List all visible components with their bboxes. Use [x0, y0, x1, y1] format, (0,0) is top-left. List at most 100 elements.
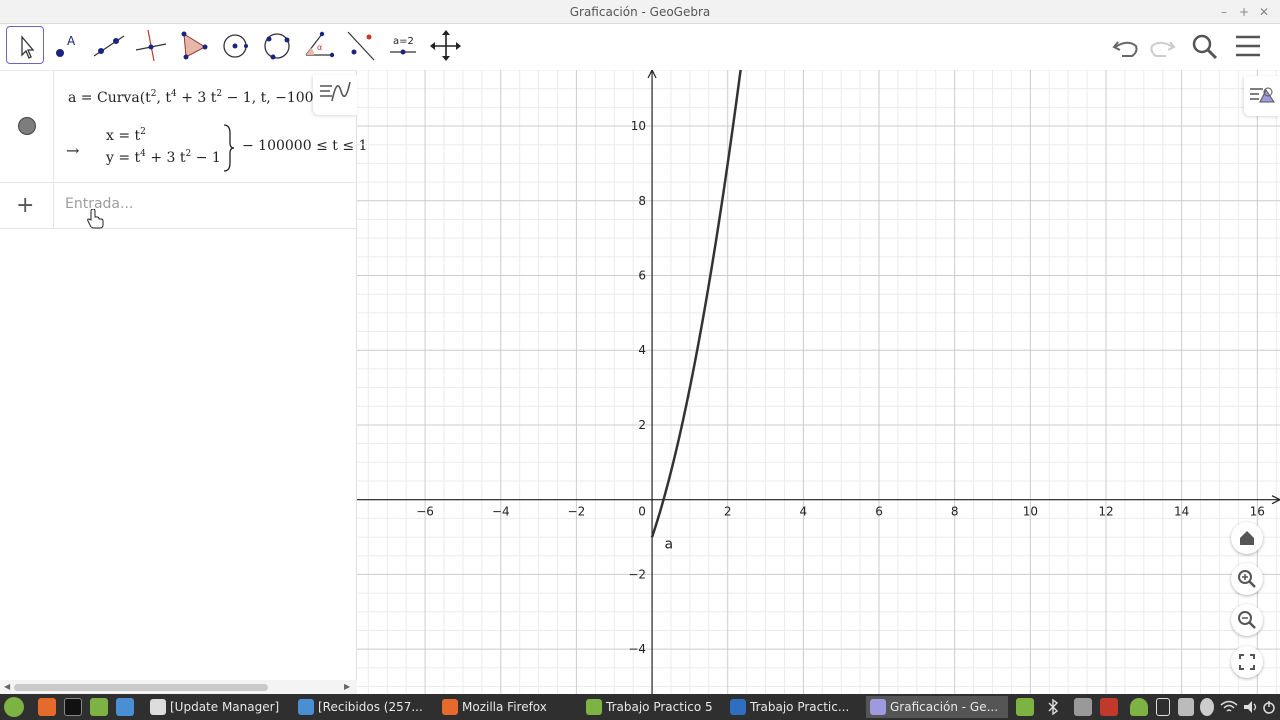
bluetooth-icon[interactable] — [1046, 698, 1060, 716]
search-icon — [1192, 34, 1218, 60]
move-arrows-icon — [430, 30, 461, 61]
title-bar: Graficación - GeoGebra – + ✕ — [0, 0, 1280, 24]
scroll-right-icon[interactable]: ▶ — [344, 682, 350, 691]
algebra-view: a = Curva(t2, t4 + 3 t2 − 1, t, −1000 → … — [0, 70, 367, 682]
search-button[interactable] — [1188, 30, 1220, 62]
recorder-icon[interactable] — [1100, 698, 1118, 716]
redo-button[interactable] — [1146, 30, 1178, 62]
polygon-icon — [181, 31, 208, 60]
clipboard-icon[interactable] — [1074, 698, 1092, 716]
line-tool[interactable] — [90, 26, 128, 64]
main-menu-button[interactable] — [1232, 30, 1264, 62]
algebra-item-a[interactable]: a = Curva(t2, t4 + 3 t2 − 1, t, −1000 → … — [0, 71, 367, 183]
perpendicular-icon — [135, 29, 167, 62]
circle-three-points-tool[interactable] — [258, 26, 296, 64]
zoom-out-button[interactable] — [1231, 604, 1263, 636]
minimize-button[interactable]: – — [1216, 4, 1232, 20]
taskbar-app-update-manager[interactable]: [Update Manager] — [146, 696, 286, 718]
curve-label-a: a — [665, 536, 674, 552]
x-tick-label: 6 — [875, 505, 883, 519]
curve-a — [650, 70, 742, 538]
redo-icon — [1150, 41, 1176, 57]
x-tick-label: 10 — [1023, 505, 1038, 519]
algebra-style-icon — [320, 81, 351, 102]
graphics-view[interactable]: −6 −4 −2 0 2 4 6 8 10 12 14 16 10 8 6 4 2 −2 −4 a — [357, 70, 1280, 694]
circle-three-points-icon — [264, 33, 290, 60]
hamburger-icon — [1236, 35, 1260, 57]
graph-canvas[interactable]: −6 −4 −2 0 2 4 6 8 10 12 14 16 10 8 6 4 2 −2 −4 a — [357, 70, 1280, 694]
y-tick-label: 10 — [631, 119, 646, 133]
power-icon[interactable] — [1262, 698, 1276, 716]
taskbar: [Update Manager] [Recibidos (257... Mozi… — [0, 694, 1280, 720]
graphics-style-button[interactable] — [1244, 76, 1280, 116]
folder-icon — [586, 699, 602, 715]
update-shield-icon[interactable] — [1130, 698, 1148, 716]
polygon-tool[interactable] — [174, 26, 212, 64]
slider-tool[interactable]: a=2 — [384, 26, 422, 64]
taskbar-app-geogebra[interactable]: Graficación - Ge... — [866, 696, 1008, 718]
firefox-icon — [442, 699, 458, 715]
maximize-button[interactable]: + — [1236, 4, 1252, 20]
angle-tool[interactable]: α — [300, 26, 338, 64]
zoom-in-icon — [1238, 570, 1256, 588]
taskbar-app-trabajo-practic[interactable]: Trabajo Practic... — [726, 696, 862, 718]
point-tool[interactable]: A — [48, 26, 86, 64]
x-tick-label: 16 — [1250, 505, 1265, 519]
files-launcher-icon[interactable] — [90, 698, 108, 716]
x-tick-label: 2 — [724, 505, 732, 519]
y-tick-label: 4 — [638, 343, 646, 357]
y-tick-label: 6 — [638, 269, 646, 283]
zoom-in-button[interactable] — [1231, 563, 1263, 595]
curve-definition[interactable]: a = Curva(t2, t4 + 3 t2 − 1, t, −1000 — [68, 89, 322, 106]
add-icon[interactable]: + — [16, 193, 34, 218]
scroll-left-icon[interactable]: ◀ — [4, 682, 10, 691]
graphics-style-icon — [1250, 87, 1275, 103]
wifi-icon[interactable] — [1220, 698, 1238, 716]
output-arrow-icon: → — [66, 141, 80, 160]
x-tick-label: 14 — [1174, 505, 1189, 519]
y-tick-label: −4 — [628, 642, 646, 656]
taskbar-app-recibidos[interactable]: [Recibidos (257... — [294, 696, 428, 718]
shield-icon — [150, 699, 166, 715]
y-tick-label: 2 — [638, 418, 646, 432]
taskbar-app-trabajo-practico-5[interactable]: Trabajo Practico 5 — [582, 696, 722, 718]
scrollbar-thumb[interactable] — [14, 684, 268, 691]
fullscreen-icon — [1239, 654, 1255, 670]
reflect-about-line-tool[interactable] — [342, 26, 380, 64]
parametric-y: y = t4 + 3 t2 − 1 — [106, 149, 221, 166]
x-tick-label: 0 — [638, 505, 646, 519]
terminal-launcher-icon[interactable] — [64, 698, 82, 716]
geogebra-icon — [870, 699, 886, 715]
show-desktop-icon[interactable] — [116, 698, 134, 716]
volume-icon[interactable] — [1242, 698, 1260, 716]
printer-icon[interactable] — [1178, 698, 1194, 716]
taskbar-app-firefox[interactable]: Mozilla Firefox — [438, 696, 578, 718]
circle-icon — [223, 34, 248, 58]
algebra-style-button[interactable] — [313, 75, 357, 115]
firefox-launcher-icon[interactable] — [38, 698, 56, 716]
cursor-arrow-icon — [21, 35, 35, 59]
tray-app-icon[interactable] — [1016, 698, 1034, 716]
fullscreen-button[interactable] — [1231, 646, 1263, 678]
hand-cursor-icon — [87, 209, 104, 229]
y-tick-label: 8 — [638, 194, 646, 208]
x-tick-label: −4 — [492, 505, 510, 519]
parametric-x: x = t2 — [106, 127, 146, 144]
undo-icon — [1112, 41, 1138, 57]
move-tool[interactable] — [6, 26, 44, 64]
move-graphics-view-tool[interactable] — [426, 26, 464, 64]
zoom-out-icon — [1238, 611, 1256, 629]
reflect-icon — [347, 31, 375, 61]
x-tick-label: 12 — [1098, 505, 1113, 519]
usb-icon[interactable] — [1156, 698, 1170, 716]
perpendicular-line-tool[interactable] — [132, 26, 170, 64]
circle-center-point-tool[interactable] — [216, 26, 254, 64]
point-icon: A — [56, 34, 76, 57]
window-title: Graficación - GeoGebra — [569, 5, 711, 19]
close-button[interactable]: ✕ — [1256, 4, 1272, 20]
algebra-input-row[interactable]: + Entrada... — [0, 183, 357, 229]
undo-button[interactable] — [1110, 30, 1142, 62]
user-icon[interactable] — [1200, 698, 1214, 716]
menu-icon[interactable] — [4, 697, 24, 717]
standard-view-button[interactable] — [1231, 522, 1263, 554]
